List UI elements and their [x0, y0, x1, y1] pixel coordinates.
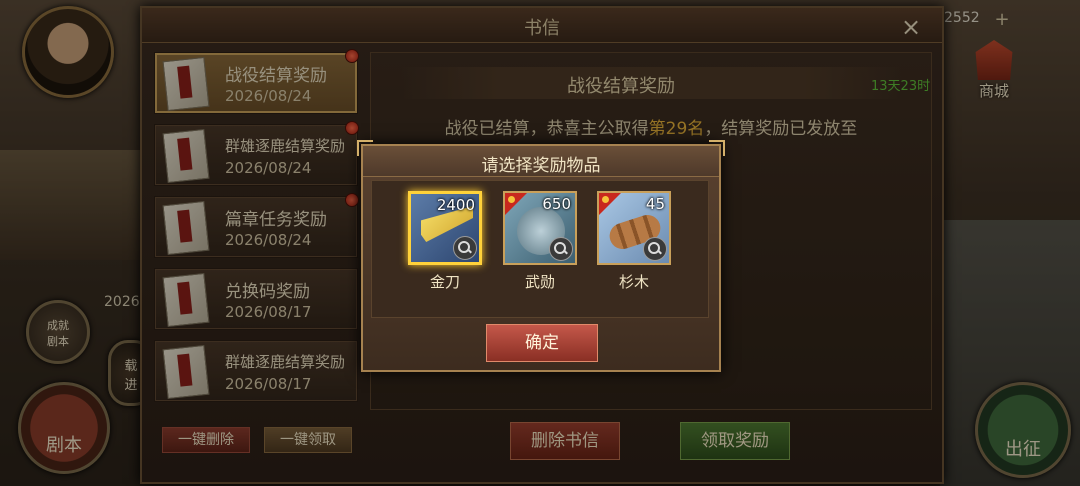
reward-slot[interactable]: 45 [597, 191, 671, 265]
reward-name: 金刀 [429, 273, 460, 291]
reward-title-bar: 请选择奖励物品 [363, 146, 719, 177]
reward-name: 杉木 [618, 273, 649, 291]
zoom-icon[interactable] [549, 237, 573, 261]
reward-item[interactable]: 650 武勋 [503, 191, 577, 297]
zoom-icon[interactable] [453, 236, 477, 260]
reward-item[interactable]: 2400 金刀 [408, 191, 482, 297]
reward-qty: 650 [542, 195, 571, 213]
reward-item-grid: 2400 金刀 650 武勋 45 杉木 [371, 180, 709, 318]
reward-select-dialog: 请选择奖励物品 2400 金刀 650 武勋 45 杉木 确定 [357, 140, 725, 372]
reward-item[interactable]: 45 杉木 [597, 191, 671, 297]
reward-qty: 2400 [436, 196, 475, 214]
zoom-icon[interactable] [643, 237, 667, 261]
reward-title: 请选择奖励物品 [481, 156, 601, 176]
reward-name: 武勋 [524, 273, 555, 291]
reward-slot[interactable]: 2400 [408, 191, 482, 265]
reward-qty: 45 [645, 195, 665, 213]
owner-flag-icon [599, 193, 621, 215]
confirm-button[interactable]: 确定 [486, 324, 598, 362]
reward-slot[interactable]: 650 [503, 191, 577, 265]
owner-flag-icon [505, 193, 527, 215]
